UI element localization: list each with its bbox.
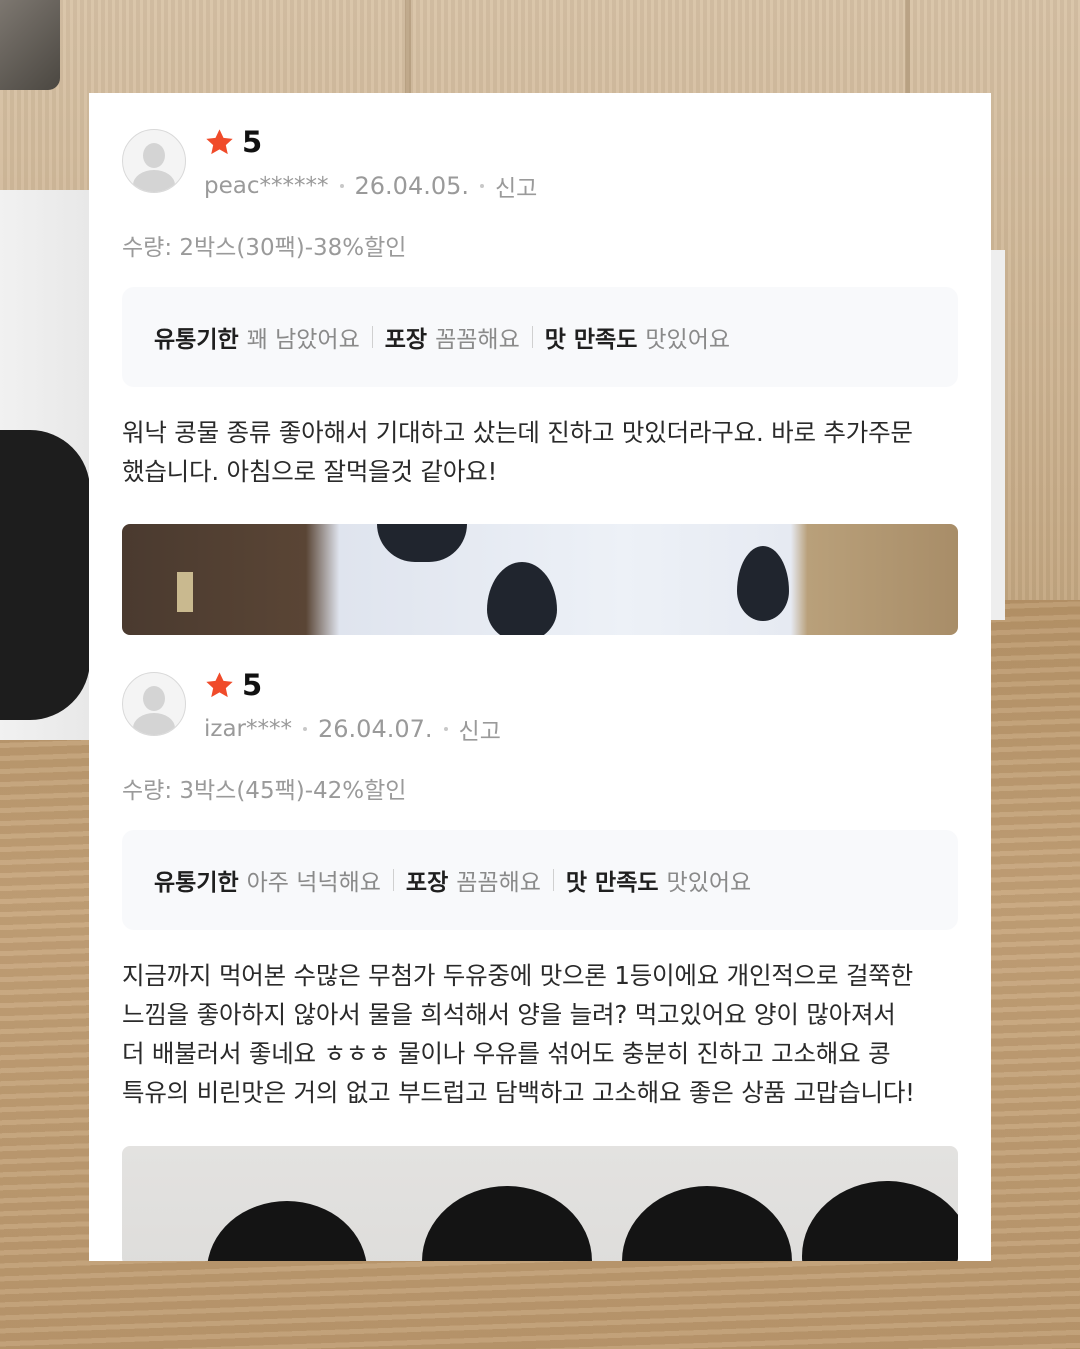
attr-divider — [392, 869, 394, 891]
attr-value: 맛있어요 — [645, 327, 731, 353]
review-attributes: 유통기한 꽤 남았어요 포장 꼼꼼해요 맛 만족도 맛있어요 — [122, 287, 958, 387]
separator-dot — [480, 184, 485, 188]
review-text-line: 더 배불러서 좋네요 ㅎㅎㅎ 물이나 우유를 섞어도 충분히 진하고 고소해요 … — [122, 1039, 891, 1068]
review-date: 26.04.05. — [354, 172, 470, 200]
attr-key: 맛 만족도 — [544, 327, 638, 353]
star-icon — [206, 672, 233, 698]
review-text: 워낙 콩물 종류 좋아해서 기대하고 샀는데 진하고 맛있더라구요. 바로 추가… — [122, 413, 962, 491]
review-text-line: 느낌을 좋아하지 않아서 물을 희석해서 양을 늘려? 먹고있어요 양이 많아져… — [122, 1000, 896, 1029]
rating-score: 5 — [242, 125, 263, 159]
review-text: 지금까지 먹어본 수많은 무첨가 두유중에 맛으론 1등이에요 개인적으로 걸쭉… — [122, 956, 962, 1112]
review-text-line: 특유의 비린맛은 거의 없고 부드럽고 담백하고 고소해요 좋은 상품 고맙습니… — [122, 1078, 915, 1107]
review-text-line: 워낙 콩물 종류 좋아해서 기대하고 샀는데 진하고 맛있더라구요. 바로 추가… — [122, 418, 913, 447]
review-attributes: 유통기한 아주 넉넉해요 포장 꼼꼼해요 맛 만족도 맛있어요 — [122, 830, 958, 930]
reviewer-name: peac****** — [204, 173, 329, 199]
attr-key: 유통기한 — [154, 870, 239, 896]
report-button[interactable]: 신고 — [495, 169, 537, 203]
review-date: 26.04.07. — [318, 715, 433, 743]
attr-key: 포장 — [405, 870, 449, 896]
attr-value: 꽤 남았어요 — [246, 327, 360, 353]
review-photo[interactable] — [122, 524, 958, 635]
rating-score: 5 — [242, 668, 263, 702]
attr-key: 유통기한 — [154, 327, 239, 353]
attr-divider — [531, 326, 533, 348]
review-list: 5 peac****** 26.04.05. 신고 수량: 2박스(30팩)-3… — [89, 93, 991, 1261]
star-icon — [206, 129, 233, 155]
separator-dot — [339, 184, 344, 188]
default-user-icon — [122, 129, 186, 193]
purchase-option: 수량: 2박스(30팩)-38%할인 — [122, 235, 407, 261]
review-text-line: 했습니다. 아침으로 잘먹을것 같아요! — [122, 457, 498, 486]
review-rating: 5 — [204, 670, 262, 701]
report-button[interactable]: 신고 — [459, 712, 501, 746]
review-meta: izar**** 26.04.07. 신고 — [204, 712, 501, 746]
reviewer-name: izar**** — [204, 716, 293, 742]
background-object — [0, 0, 60, 90]
separator-dot — [303, 727, 308, 731]
attr-key: 포장 — [384, 327, 428, 353]
attr-value: 아주 넉넉해요 — [246, 870, 381, 896]
attr-value: 꼼꼼해요 — [435, 327, 520, 353]
review-photo[interactable] — [122, 1146, 958, 1261]
purchase-option: 수량: 3박스(45팩)-42%할인 — [122, 778, 407, 804]
product-box-graphic — [0, 430, 90, 720]
review-meta: peac****** 26.04.05. 신고 — [204, 169, 537, 203]
attr-divider — [552, 869, 554, 891]
attr-key: 맛 만족도 — [565, 870, 659, 896]
attr-divider — [371, 326, 373, 348]
review-rating: 5 — [204, 127, 262, 158]
attr-value: 맛있어요 — [666, 870, 752, 896]
attr-value: 꼼꼼해요 — [456, 870, 541, 896]
default-user-icon — [122, 672, 186, 736]
review-text-line: 지금까지 먹어본 수많은 무첨가 두유중에 맛으론 1등이에요 개인적으로 걸쭉… — [122, 961, 913, 990]
separator-dot — [443, 727, 448, 731]
